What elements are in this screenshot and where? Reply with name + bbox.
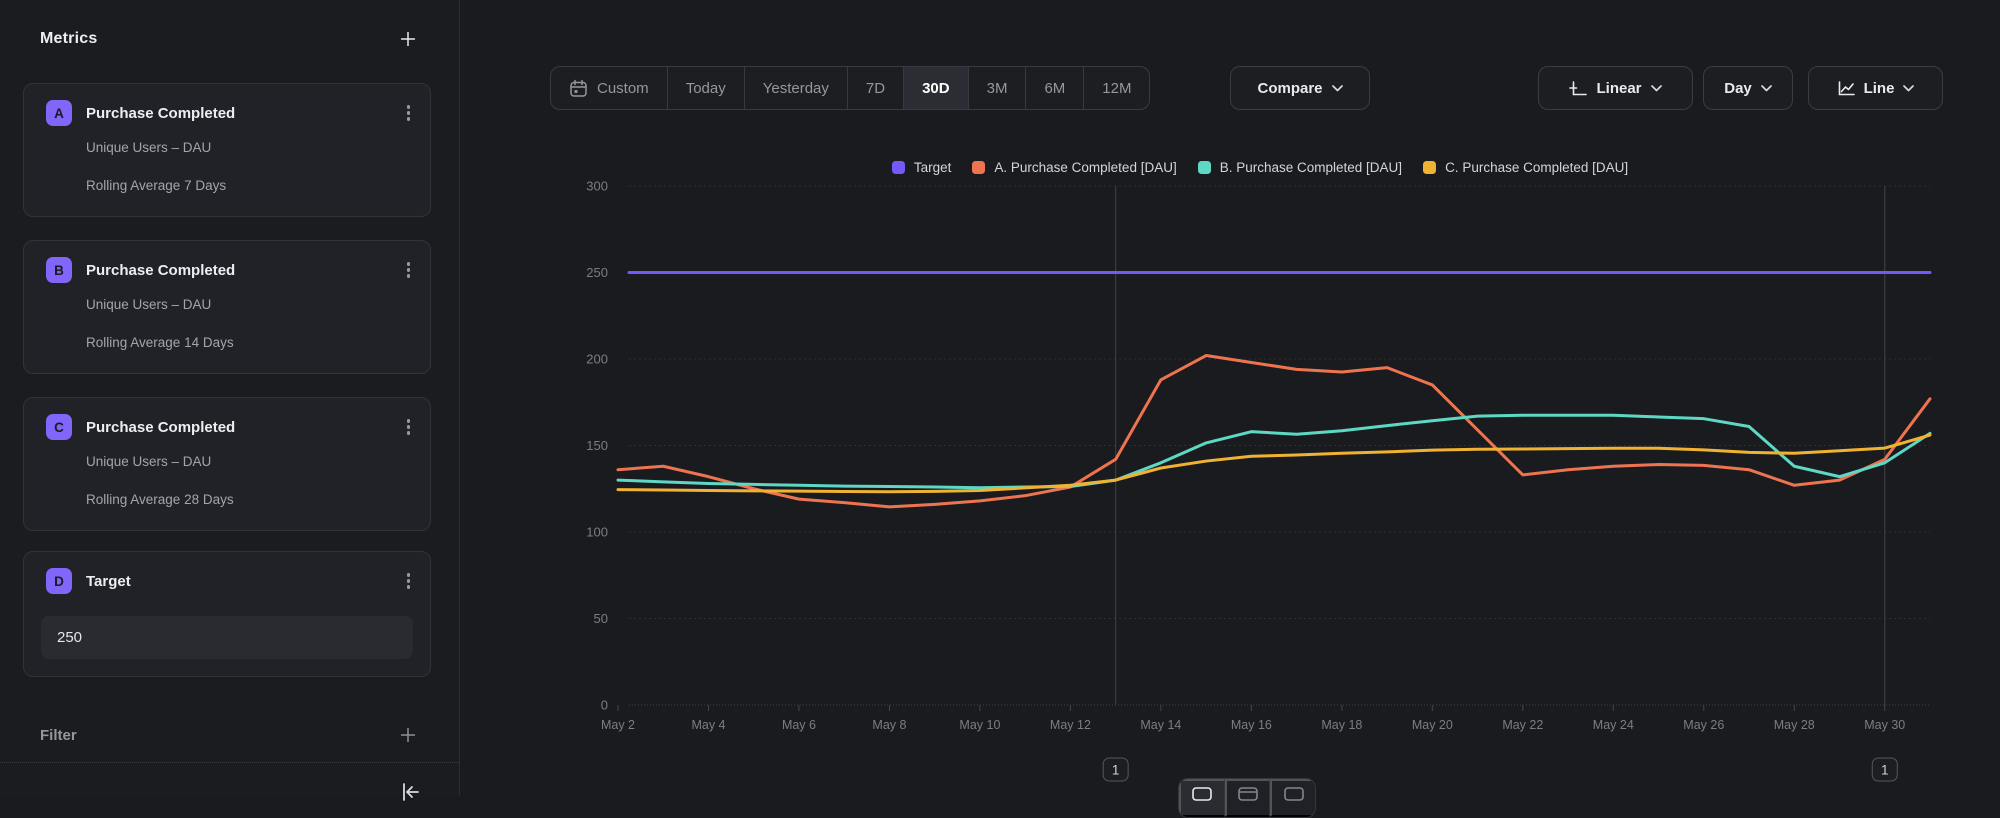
view-toggle-group (1178, 778, 1316, 818)
line-chart: 0 50 100 150 200 250 300 May 2 May 4 May 6 May 8 Ma… (0, 0, 2000, 796)
table-view-icon (1284, 787, 1304, 801)
y-tick-label: 100 (586, 525, 608, 540)
y-tick-label: 50 (594, 611, 608, 626)
x-tick-label: May 8 (872, 718, 906, 732)
annotation-badge-label: 1 (1112, 763, 1120, 778)
x-tick-label: May 26 (1683, 718, 1724, 732)
x-tick-label: May 12 (1050, 718, 1091, 732)
x-tick-label: May 2 (601, 718, 635, 732)
annotation-badge[interactable]: 1 (1872, 758, 1897, 781)
y-tick-label: 0 (601, 698, 608, 713)
y-tick-label: 300 (586, 179, 608, 194)
series-line-3 (618, 435, 1930, 492)
chart-view-icon (1192, 787, 1212, 801)
x-tick-label: May 30 (1864, 718, 1905, 732)
x-tick-label: May 20 (1412, 718, 1453, 732)
view-toggle-split[interactable] (1225, 779, 1271, 817)
x-tick-label: May 28 (1774, 718, 1815, 732)
view-toggle-chart[interactable] (1179, 779, 1225, 817)
x-tick-label: May 6 (782, 718, 816, 732)
x-tick-label: May 4 (691, 718, 725, 732)
x-tick-label: May 16 (1231, 718, 1272, 732)
x-tick-label: May 22 (1502, 718, 1543, 732)
y-tick-label: 250 (586, 265, 608, 280)
y-tick-label: 150 (586, 438, 608, 453)
x-tick-label: May 18 (1321, 718, 1362, 732)
annotation-badge-label: 1 (1881, 763, 1889, 778)
annotation-badge[interactable]: 1 (1103, 758, 1128, 781)
y-tick-label: 200 (586, 352, 608, 367)
x-tick-label: May 10 (959, 718, 1000, 732)
x-tick-label: May 24 (1593, 718, 1634, 732)
view-toggle-table[interactable] (1270, 779, 1315, 817)
split-view-icon (1238, 787, 1258, 801)
x-tick-label: May 14 (1140, 718, 1181, 732)
